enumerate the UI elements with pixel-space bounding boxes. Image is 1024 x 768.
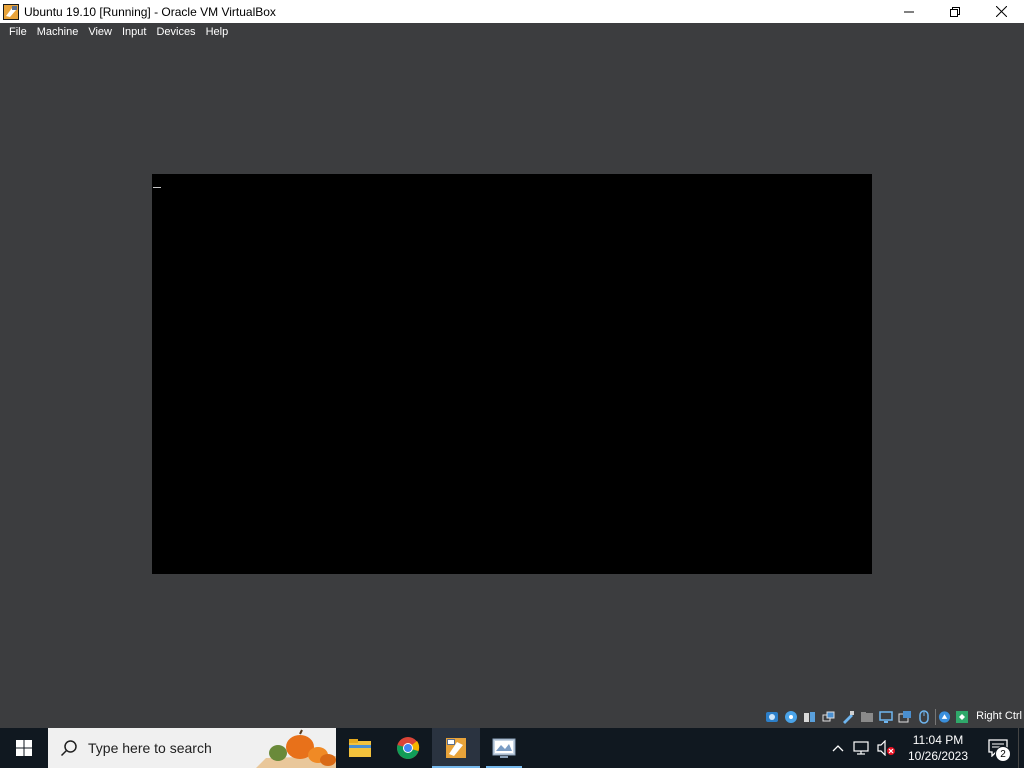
vm-status-bar: Right Ctrl <box>0 706 1024 728</box>
window-title-bar[interactable]: Ubuntu 19.10 [Running] - Oracle VM Virtu… <box>0 0 1024 23</box>
chrome-icon <box>397 737 420 759</box>
shared-folders-icon[interactable] <box>859 709 875 725</box>
vm-screen[interactable] <box>152 174 872 574</box>
menu-devices[interactable]: Devices <box>151 23 200 42</box>
menu-machine[interactable]: Machine <box>32 23 84 42</box>
volume-button[interactable] <box>874 728 898 768</box>
clock-date: 10/26/2023 <box>907 749 969 763</box>
taskbar-clock[interactable]: 11:04 PM 10/26/2023 <box>898 728 978 768</box>
system-tray: 11:04 PM 10/26/2023 2 <box>826 728 1024 768</box>
virtualbox-manager-button[interactable] <box>432 728 480 768</box>
mouse-integration-icon[interactable] <box>916 709 932 725</box>
menu-input[interactable]: Input <box>117 23 151 42</box>
search-placeholder: Type here to search <box>88 740 212 756</box>
search-icon <box>60 740 77 757</box>
menu-view[interactable]: View <box>83 23 117 42</box>
restore-button[interactable] <box>932 0 978 23</box>
show-hidden-icons-button[interactable] <box>826 728 850 768</box>
restore-icon <box>950 6 960 17</box>
display-icon[interactable] <box>878 709 894 725</box>
windows-taskbar: Type here to search 11:04 PM 10/26/2023 … <box>0 728 1024 768</box>
menu-bar: File Machine View Input Devices Help <box>0 23 1024 42</box>
clock-time: 11:04 PM <box>912 733 964 747</box>
close-button[interactable] <box>978 0 1024 23</box>
keyboard-icon[interactable] <box>954 709 970 725</box>
cpu-icon[interactable] <box>935 709 951 725</box>
virtualbox-app-icon <box>3 3 19 20</box>
show-desktop-button[interactable] <box>1018 728 1024 768</box>
action-center-button[interactable]: 2 <box>978 728 1018 768</box>
host-key-label: Right Ctrl <box>976 710 1022 722</box>
pumpkins-search-highlight-icon <box>256 729 336 768</box>
optical-drive-icon[interactable] <box>783 709 799 725</box>
start-button[interactable] <box>0 728 48 768</box>
close-icon <box>995 6 1007 17</box>
video-capture-icon[interactable] <box>897 709 913 725</box>
vm-display-area[interactable] <box>0 42 1024 706</box>
minimize-button[interactable] <box>886 0 932 23</box>
menu-help[interactable]: Help <box>201 23 234 42</box>
taskbar-search-box[interactable]: Type here to search <box>48 728 336 768</box>
file-explorer-button[interactable] <box>336 728 384 768</box>
virtualbox-manager-icon <box>446 738 466 758</box>
console-cursor <box>153 187 161 188</box>
minimize-icon <box>904 11 914 12</box>
network-status-button[interactable] <box>850 728 874 768</box>
audio-icon[interactable] <box>802 709 818 725</box>
network-wired-icon <box>853 741 869 755</box>
usb-icon[interactable] <box>840 709 856 725</box>
virtualbox-vm-button[interactable] <box>480 728 528 768</box>
hard-disk-icon[interactable] <box>764 709 780 725</box>
windows-logo-icon <box>16 740 32 756</box>
network-icon[interactable] <box>821 709 837 725</box>
virtualbox-vm-icon <box>492 738 516 758</box>
chevron-up-icon <box>832 745 844 752</box>
window-title: Ubuntu 19.10 [Running] - Oracle VM Virtu… <box>24 4 276 19</box>
notification-count-badge: 2 <box>995 746 1011 762</box>
file-explorer-icon <box>349 739 371 757</box>
chrome-button[interactable] <box>384 728 432 768</box>
speaker-muted-icon <box>877 740 895 756</box>
menu-file[interactable]: File <box>4 23 32 42</box>
